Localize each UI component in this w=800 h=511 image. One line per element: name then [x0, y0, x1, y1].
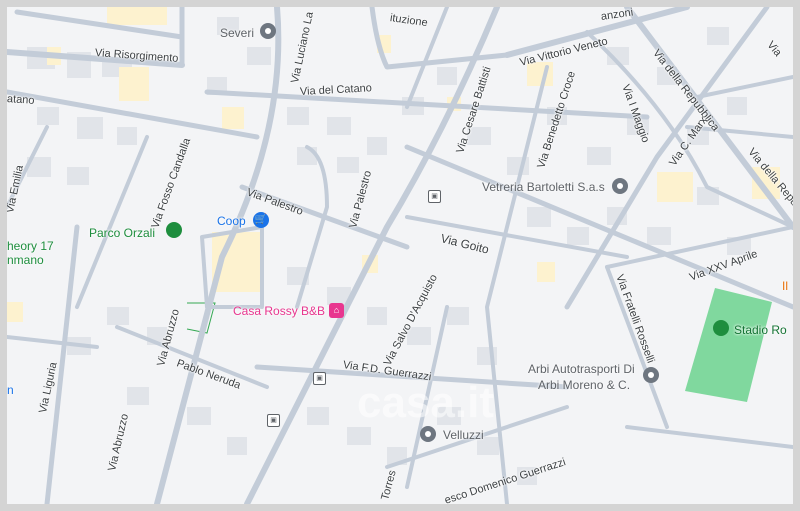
shopping-cart-icon[interactable]: 🛒	[253, 212, 269, 228]
poi-edge-n[interactable]: n	[7, 383, 14, 397]
place-pin-icon[interactable]	[420, 426, 436, 442]
bus-stop-icon[interactable]: ▣	[313, 372, 326, 385]
stadium-icon[interactable]	[713, 320, 729, 336]
poi-velluzzi[interactable]: Velluzzi	[443, 428, 484, 442]
poi-theory-line1[interactable]: heory 17	[7, 239, 54, 253]
poi-vetreria[interactable]: Vetreria Bartoletti S.a.s	[482, 180, 605, 194]
poi-severi[interactable]: Severi	[220, 26, 254, 40]
place-pin-icon[interactable]	[643, 367, 659, 383]
stadio-park	[685, 288, 772, 402]
poi-theory-line2[interactable]: nmano	[7, 253, 44, 267]
poi-casa-rossy[interactable]: Casa Rossy B&B	[233, 304, 325, 318]
watermark: casa.it	[357, 378, 494, 427]
bus-stop-icon[interactable]: ▣	[267, 414, 280, 427]
place-pin-icon[interactable]	[612, 178, 628, 194]
place-pin-icon[interactable]	[260, 23, 276, 39]
poi-edge-il[interactable]: Il	[782, 279, 788, 293]
hotel-bed-icon[interactable]: ⌂	[329, 303, 344, 318]
map-frame: casa.it Via Risorgimento Via Luciano La …	[0, 0, 800, 511]
street-label-atano: atano	[6, 93, 35, 107]
poi-arbi-line2[interactable]: Arbi Moreno & C.	[538, 378, 630, 392]
bus-stop-icon[interactable]: ▣	[428, 190, 441, 203]
poi-stadio[interactable]: Stadio Ro	[734, 323, 787, 337]
poi-coop[interactable]: Coop	[217, 214, 246, 228]
park-icon[interactable]	[166, 222, 182, 238]
poi-parco-orzali[interactable]: Parco Orzali	[89, 226, 155, 240]
poi-arbi-line1[interactable]: Arbi Autotrasporti Di	[528, 362, 635, 376]
